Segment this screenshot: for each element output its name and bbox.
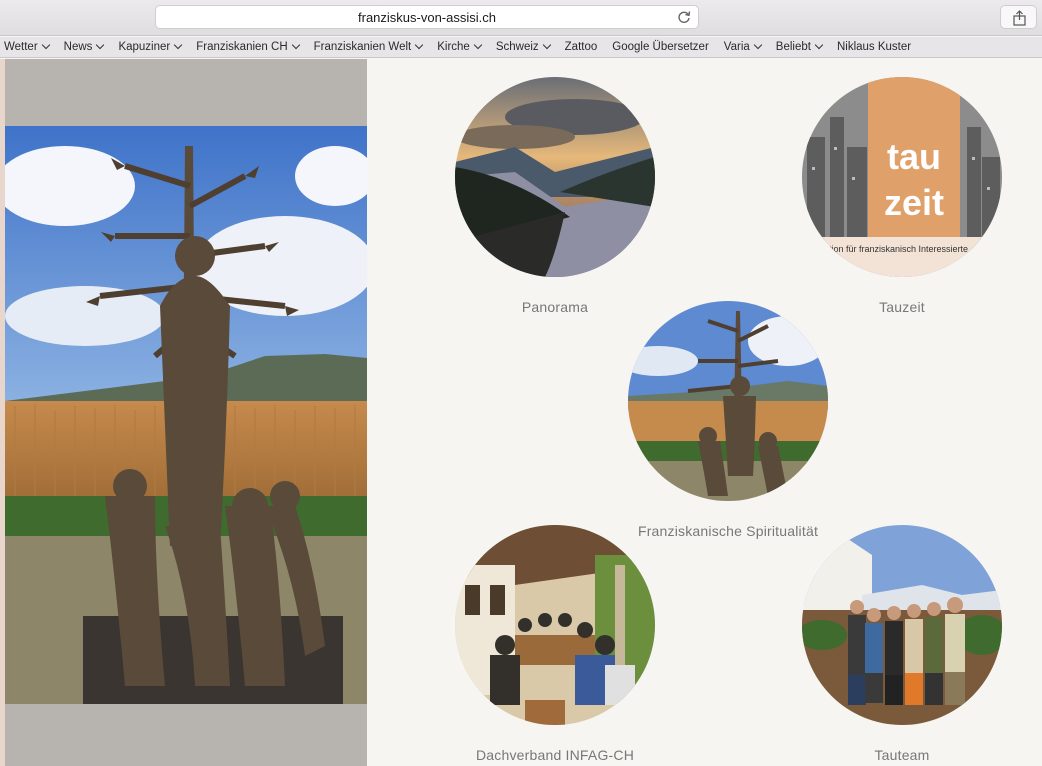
tauzeit-logo-zeit: zeit	[884, 182, 944, 223]
chevron-down-icon	[41, 40, 50, 50]
bookmark-kapuziner[interactable]: Kapuziner	[118, 40, 183, 53]
bookmark-news[interactable]: News	[63, 40, 105, 53]
tauzeit-image[interactable]: tau zeit ation für franziskanisch Intere…	[802, 77, 1002, 277]
bookmark-wetter[interactable]: Wetter	[4, 40, 50, 53]
bookmark-label: Wetter	[4, 41, 38, 53]
bookmark-label: Niklaus Kuster	[836, 41, 912, 53]
share-button[interactable]	[1000, 5, 1037, 29]
tile-infag[interactable]: Dachverband INFAG-CH	[455, 525, 655, 763]
tile-panorama[interactable]: Panorama	[455, 77, 655, 315]
spiritualitaet-image[interactable]	[628, 301, 828, 501]
chevron-down-icon	[753, 40, 763, 50]
bookmarks-bar: Wetter News Kapuziner Franziskanien CH Franz…	[0, 37, 1042, 58]
tile-tauzeit[interactable]: tau zeit ation für franziskanisch Intere…	[802, 77, 1002, 315]
bookmark-google-bersetzer[interactable]: Google Übersetzer	[612, 41, 709, 53]
bookmark-beliebt[interactable]: Beliebt	[775, 40, 824, 53]
panorama-image[interactable]	[455, 77, 655, 277]
chevron-down-icon	[173, 40, 183, 50]
hero-image-statue	[5, 126, 367, 704]
bookmark-schweiz[interactable]: Schweiz	[495, 40, 551, 53]
page-content: Panorama tau zeit ation für franziskanis…	[0, 59, 1042, 766]
chevron-down-icon	[814, 40, 824, 50]
bookmark-label: Schweiz	[495, 41, 539, 53]
browser-toolbar: franziskus-von-assisi.ch	[0, 0, 1042, 36]
chevron-down-icon	[291, 40, 300, 50]
bookmark-zattoo[interactable]: Zattoo	[565, 41, 598, 53]
tauteam-image[interactable]	[802, 525, 1002, 725]
bookmark-label: Zattoo	[564, 41, 598, 53]
tile-tauteam[interactable]: Tauteam	[802, 525, 1002, 763]
url-text: franziskus-von-assisi.ch	[358, 10, 496, 25]
address-bar[interactable]: franziskus-von-assisi.ch	[155, 5, 699, 29]
bookmark-kirche[interactable]: Kirche	[437, 40, 483, 53]
tauzeit-strip-text: ation für franziskanisch Interessierte	[824, 244, 968, 254]
tile-spiritualitaet[interactable]: Franziskanische Spiritualität	[628, 301, 828, 539]
bookmark-varia[interactable]: Varia	[723, 40, 763, 53]
share-icon	[1013, 10, 1026, 26]
tile-caption[interactable]: Dachverband INFAG-CH	[395, 747, 715, 763]
chevron-down-icon	[96, 40, 105, 50]
bookmark-niklaus-kuster[interactable]: Niklaus Kuster	[837, 41, 911, 53]
bookmark-franziskanien-ch[interactable]: Franziskanien CH	[196, 40, 300, 53]
left-column	[0, 59, 367, 766]
bookmark-label: Kirche	[437, 41, 470, 53]
chevron-down-icon	[473, 40, 483, 50]
tauzeit-logo-tau: tau	[887, 136, 941, 177]
bookmark-label: Franziskanien Welt	[313, 41, 412, 53]
bookmark-label: Kapuziner	[118, 41, 171, 53]
reload-icon[interactable]	[676, 9, 692, 25]
infag-image[interactable]	[455, 525, 655, 725]
chevron-down-icon	[542, 40, 551, 50]
bookmark-label: Google Übersetzer	[612, 41, 709, 53]
chevron-down-icon	[414, 40, 424, 50]
bookmark-label: News	[63, 41, 93, 53]
bookmark-label: Franziskanien CH	[196, 41, 288, 53]
bookmark-label: Varia	[723, 41, 750, 53]
bookmark-franziskanien-welt[interactable]: Franziskanien Welt	[313, 40, 424, 53]
bookmark-label: Beliebt	[775, 41, 811, 53]
tile-caption[interactable]: Tauteam	[742, 747, 1042, 763]
